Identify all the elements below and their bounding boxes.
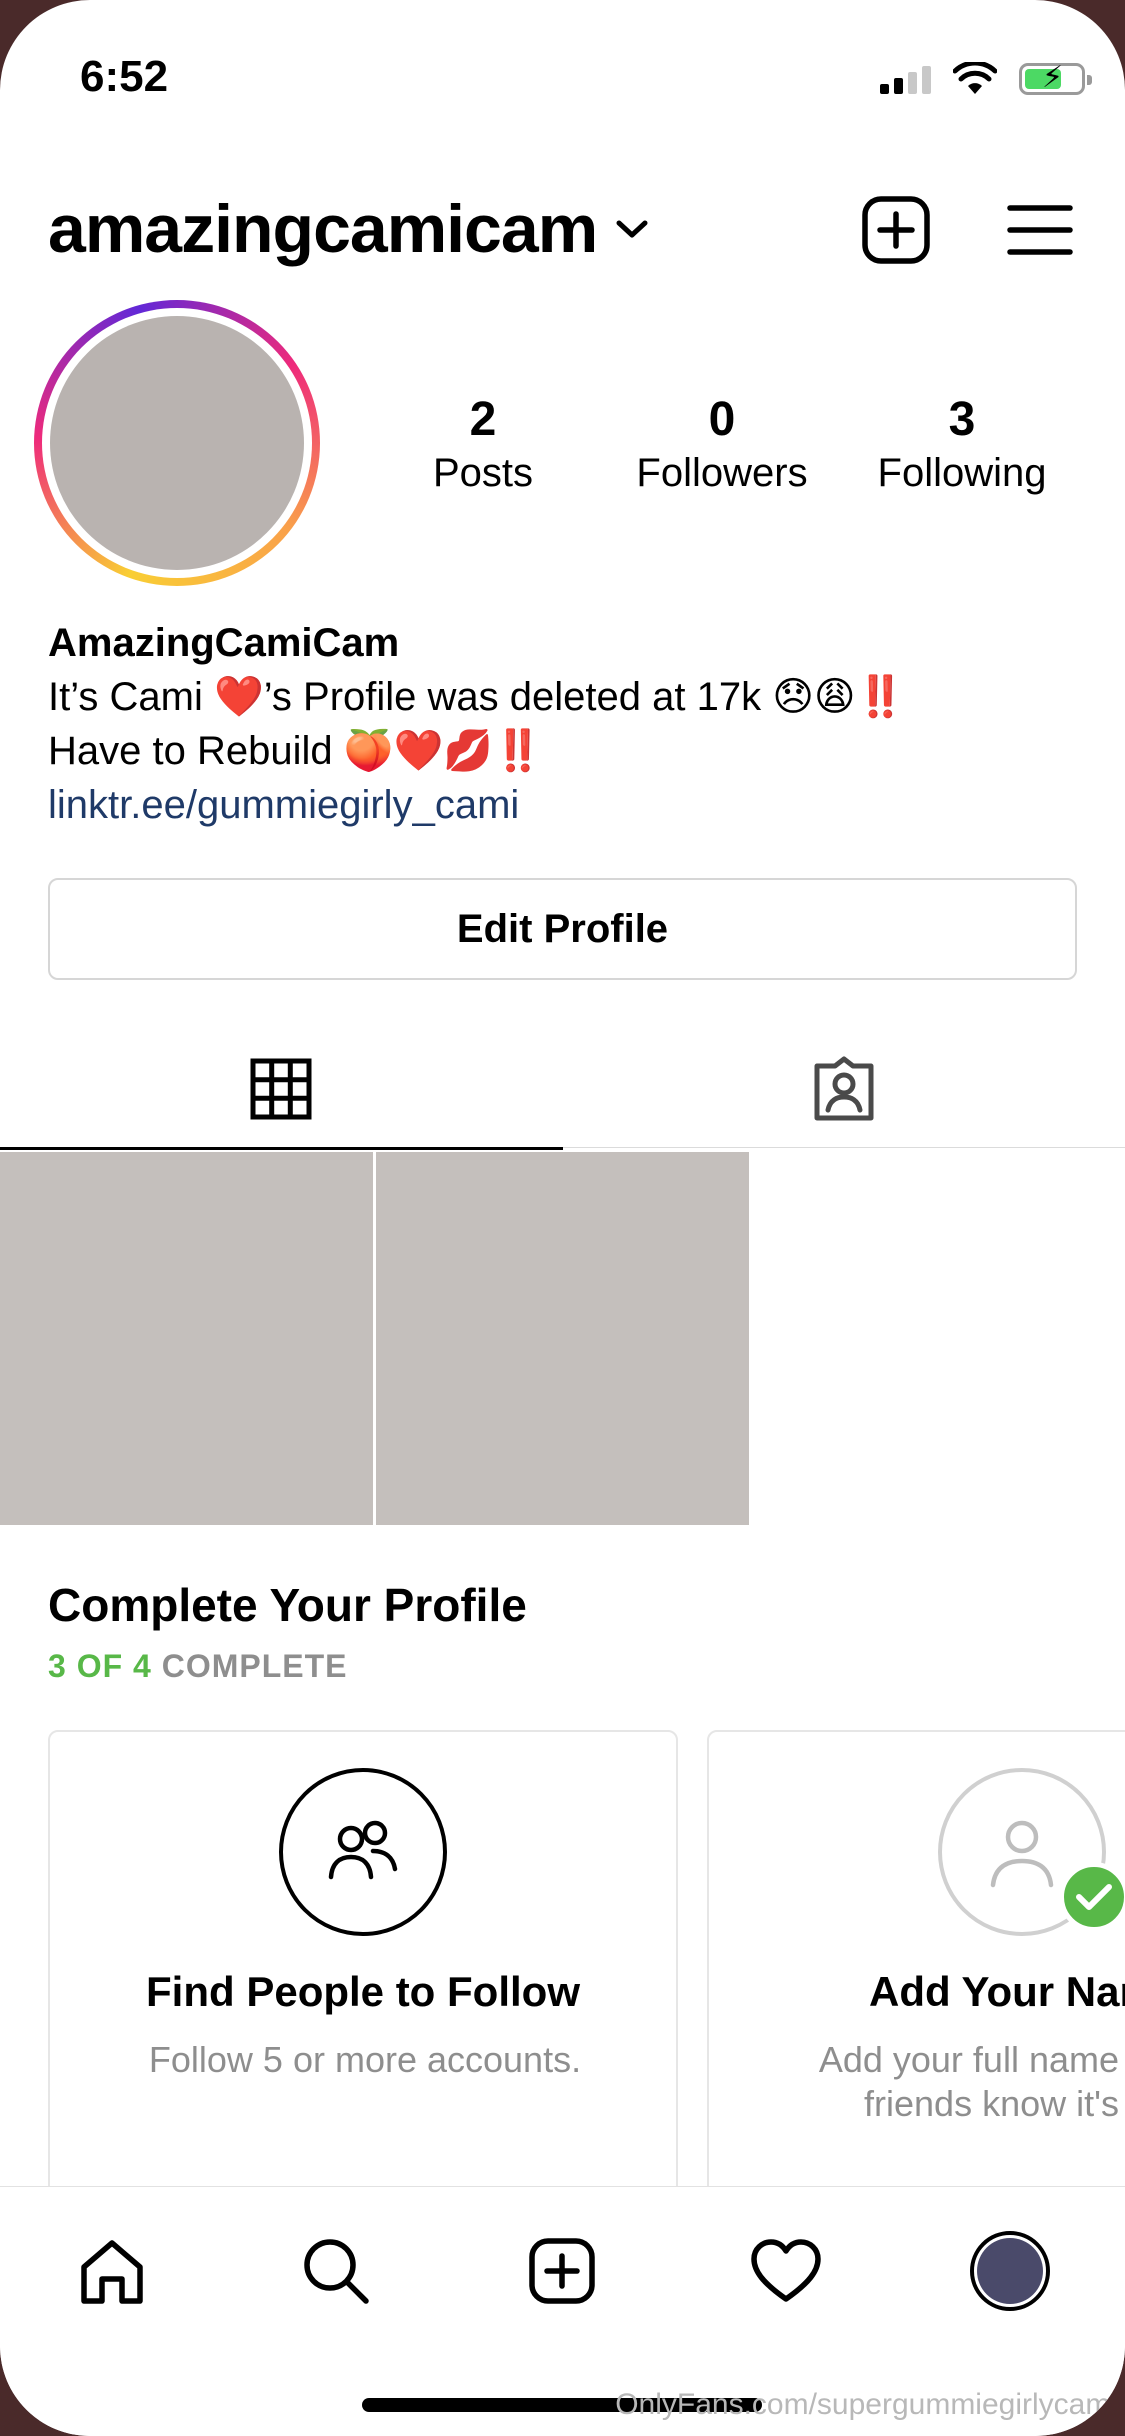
complete-profile-title: Complete Your Profile [48,1579,527,1631]
account-switcher[interactable]: amazingcamicam [48,190,649,268]
add-name-card[interactable]: Add Your Nar Add your full name friends … [707,1730,1125,2210]
search-icon [304,2239,369,2304]
bio-line-1: It’s Cami ❤️’s Profile was deleted at 17… [48,675,906,719]
profile-bio: AmazingCamiCam It’s Cami ❤️’s Profile wa… [48,616,1088,832]
bio-line-2: Have to Rebuild 🍑❤️💋‼️ [48,729,543,773]
nav-search[interactable] [296,2231,376,2311]
profile-username: amazingcamicam [48,191,598,267]
edit-profile-button[interactable]: Edit Profile [48,878,1077,980]
find-people-title: Find People to Follow [146,1968,580,2015]
post-thumbnail[interactable] [0,1152,373,1525]
post-grid [0,1152,1125,1525]
status-time: 6:52 [80,52,169,101]
cellular-signal-icon [880,64,931,94]
status-bar: 6:52 ⚡ [0,0,1125,150]
nav-home[interactable] [72,2231,152,2311]
create-post-icon[interactable] [860,194,932,266]
avatar-photo-placeholder [50,316,304,570]
nav-profile[interactable] [970,2231,1050,2311]
stat-followers[interactable]: 0 Followers [612,392,832,498]
progress-word: COMPLETE [161,1648,348,1684]
tagged-person-icon [814,1056,874,1121]
heart-icon [751,2239,821,2302]
grid-icon [250,1058,312,1120]
profile-avatar-icon [970,2231,1050,2311]
menu-icon[interactable] [1004,194,1076,266]
tab-tagged[interactable] [563,1030,1125,1148]
display-name: AmazingCamiCam [48,621,400,665]
battery-charging-icon: ⚡ [1019,62,1092,95]
posts-label: Posts [432,451,534,495]
following-label: Following [877,451,1047,495]
wifi-icon [953,62,997,94]
following-count: 3 [948,393,976,446]
add-name-subtitle: Add your full name friends know it's [818,2039,1119,2124]
status-icons: ⚡ [880,62,1092,96]
watermark: OnlyFans.com/supergummiegirlycami [615,2388,1117,2421]
home-icon [81,2240,143,2304]
followers-label: Followers [636,451,808,495]
people-icon [328,1820,398,1880]
person-icon [990,1820,1054,1888]
nav-create[interactable] [522,2231,602,2311]
chevron-down-icon [616,220,648,238]
complete-profile-progress: 3 OF 4 COMPLETE [48,1648,347,1685]
add-name-title: Add Your Nar [869,1968,1125,2015]
post-thumbnail[interactable] [376,1152,749,1525]
profile-avatar[interactable] [34,300,320,586]
nav-activity[interactable] [746,2231,826,2311]
progress-count: 3 OF 4 [48,1648,152,1684]
stat-following[interactable]: 3 Following [852,392,1072,498]
phone-screen: 6:52 ⚡ amazingcamicam 2 Posts 0 Follower… [0,0,1125,2436]
stat-posts[interactable]: 2 Posts [373,392,593,498]
profile-tabs [0,1030,1125,1150]
find-people-card[interactable]: Find People to Follow Follow 5 or more a… [48,1730,678,2210]
followers-count: 0 [708,393,736,446]
checkmark-icon [1059,1862,1125,1932]
posts-count: 2 [469,393,497,446]
tab-grid[interactable] [0,1030,563,1150]
bio-link[interactable]: linktr.ee/gummiegirly_cami [48,778,1088,832]
profile-header: amazingcamicam [0,180,1125,280]
find-people-icon-circle [279,1768,447,1936]
find-people-subtitle: Follow 5 or more accounts. [148,2039,582,2080]
create-icon [529,2238,595,2304]
